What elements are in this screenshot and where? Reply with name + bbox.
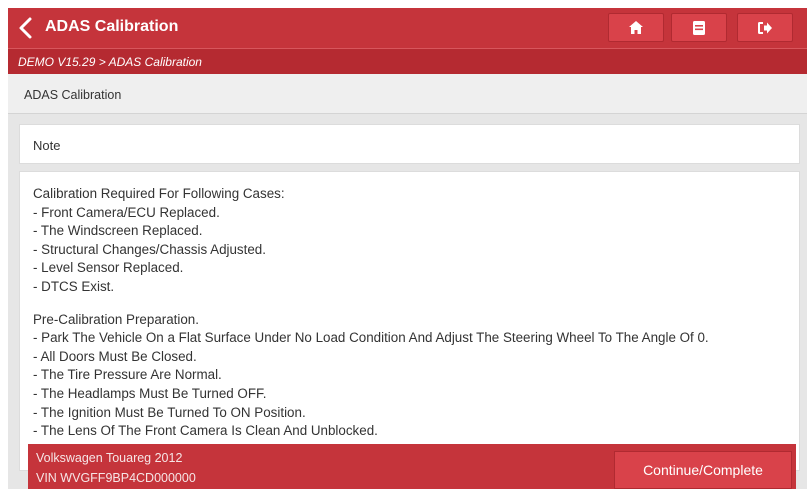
home-button[interactable] [608, 13, 664, 42]
section-header: ADAS Calibration [8, 74, 807, 114]
instruction-line: - The Tire Pressure Are Normal. [33, 367, 222, 383]
note-label: Note [33, 138, 61, 153]
instruction-line: - DTCS Exist. [33, 278, 115, 294]
instruction-line: - Level Sensor Replaced. [33, 260, 184, 276]
title-bar: ADAS Calibration [8, 8, 807, 48]
exit-icon [758, 21, 772, 34]
instruction-line: - Structural Changes/Chassis Adjusted. [33, 241, 266, 257]
instruction-line: - Park The Vehicle On a Flat Surface Und… [33, 330, 709, 346]
vehicle-model: Volkswagen Touareg 2012 [36, 451, 183, 465]
vehicle-footer: Volkswagen Touareg 2012 VIN WVGFF9BP4CD0… [28, 444, 796, 489]
instructions-panel[interactable]: Calibration Required For Following Cases… [19, 171, 800, 471]
instruction-line: - The Headlamps Must Be Turned OFF. [33, 385, 267, 401]
app-window: ADAS Calibration DEMO V15.29 > ADAS Cali… [8, 8, 807, 489]
vehicle-vin: VIN WVGFF9BP4CD000000 [36, 471, 196, 485]
instruction-line: - All Doors Must Be Closed. [33, 348, 197, 364]
continue-complete-button[interactable]: Continue/Complete [614, 451, 792, 489]
instruction-line: - The Ignition Must Be Turned To ON Posi… [33, 404, 306, 420]
instruction-line: - The Windscreen Replaced. [33, 223, 203, 239]
print-icon [693, 20, 705, 35]
exit-button[interactable] [737, 13, 793, 42]
instruction-line: - The Lens Of The Front Camera Is Clean … [33, 423, 378, 439]
section-title: ADAS Calibration [24, 88, 122, 102]
breadcrumb: DEMO V15.29 > ADAS Calibration [8, 48, 807, 74]
back-chevron-icon [19, 17, 32, 39]
note-card: Note [19, 124, 800, 164]
page-title: ADAS Calibration [45, 18, 179, 35]
instruction-line: - Front Camera/ECU Replaced. [33, 204, 220, 220]
instruction-line: Pre-Calibration Preparation. [33, 311, 199, 327]
instructions-text: Calibration Required For Following Cases… [33, 185, 793, 441]
instruction-line: Calibration Required For Following Cases… [33, 186, 285, 201]
print-button[interactable] [671, 13, 727, 42]
breadcrumb-text: DEMO V15.29 > ADAS Calibration [18, 55, 202, 69]
back-button[interactable] [16, 16, 36, 40]
home-icon [629, 21, 643, 34]
